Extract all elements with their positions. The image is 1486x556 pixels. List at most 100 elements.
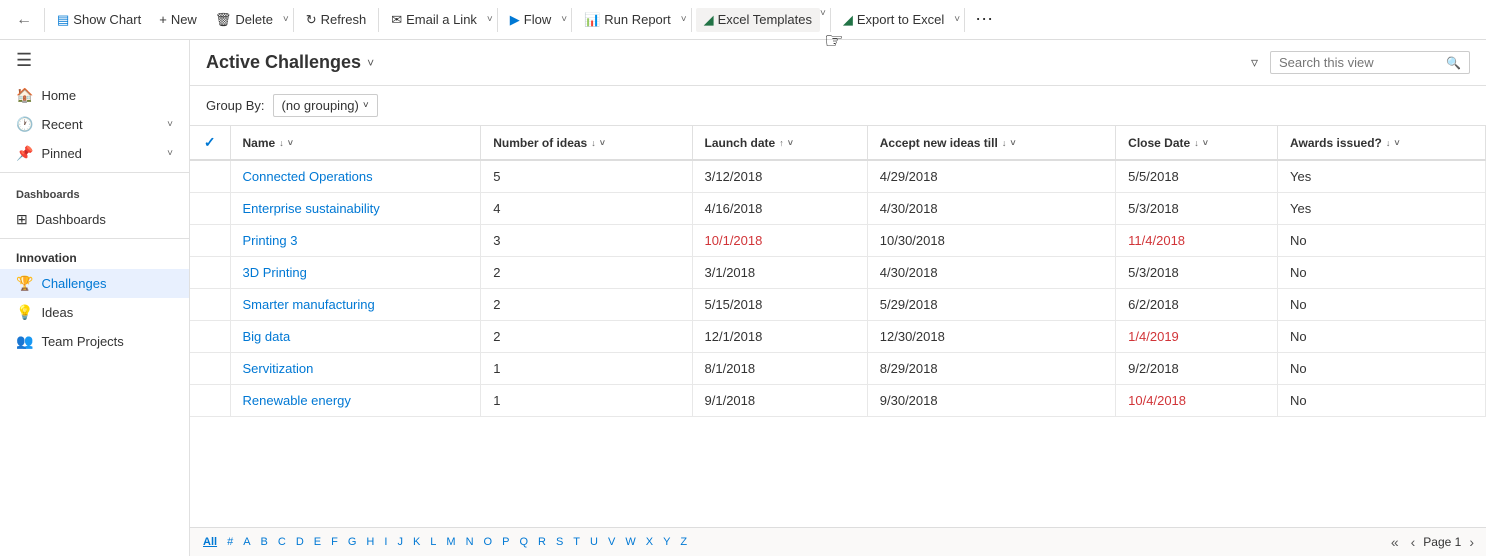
- alpha-y[interactable]: Y: [658, 534, 675, 550]
- name-filter-icon[interactable]: ˅: [288, 138, 293, 148]
- alpha-r[interactable]: R: [533, 534, 551, 550]
- sidebar-item-recent[interactable]: 🕐 Recent ˅: [0, 110, 189, 139]
- col-number-of-ideas[interactable]: Number of ideas ↓ ˅: [481, 126, 692, 160]
- alpha-g[interactable]: G: [343, 534, 362, 550]
- row-checkbox-3[interactable]: [190, 257, 230, 289]
- row-checkbox-1[interactable]: [190, 193, 230, 225]
- alpha-c[interactable]: C: [273, 534, 291, 550]
- sidebar-item-dashboards[interactable]: ⊞ Dashboards: [0, 205, 189, 234]
- export-chevron[interactable]: ˅: [954, 14, 960, 25]
- search-icon[interactable]: 🔍: [1446, 56, 1461, 70]
- next-page-button[interactable]: ›: [1465, 532, 1478, 552]
- excel-templates-button[interactable]: ◢ Excel Templates: [696, 8, 820, 32]
- alpha-j[interactable]: J: [392, 534, 408, 550]
- col-name[interactable]: Name ↓ ˅: [230, 126, 481, 160]
- refresh-icon: ↻: [306, 12, 317, 28]
- col-accept-till[interactable]: Accept new ideas till ↓ ˅: [867, 126, 1115, 160]
- sidebar-item-home[interactable]: 🏠 Home: [0, 81, 189, 110]
- email-chevron[interactable]: ˅: [487, 14, 493, 25]
- view-title-chevron-icon[interactable]: ˅: [367, 56, 374, 70]
- prev-page-button[interactable]: ‹: [1407, 532, 1420, 552]
- alpha-f[interactable]: F: [326, 534, 343, 550]
- export-excel-button[interactable]: ◢ Export to Excel: [835, 8, 952, 32]
- row-ideas-3: 2: [481, 257, 692, 289]
- alpha-b[interactable]: B: [256, 534, 273, 550]
- row-checkbox-0[interactable]: [190, 160, 230, 193]
- more-actions-button[interactable]: ⋯: [969, 7, 999, 32]
- email-icon: ✉: [391, 12, 402, 28]
- row-name-3[interactable]: 3D Printing: [230, 257, 481, 289]
- sidebar-item-team-projects[interactable]: 👥 Team Projects: [0, 327, 189, 356]
- hamburger-menu[interactable]: ☰: [8, 46, 40, 75]
- alpha-s[interactable]: S: [551, 534, 568, 550]
- row-name-7[interactable]: Renewable energy: [230, 385, 481, 417]
- awards-filter-icon[interactable]: ˅: [1394, 138, 1399, 148]
- new-button[interactable]: + New: [151, 8, 205, 31]
- row-name-0[interactable]: Connected Operations: [230, 160, 481, 193]
- flow-chevron[interactable]: ˅: [561, 14, 567, 25]
- email-link-button[interactable]: ✉ Email a Link: [383, 8, 485, 32]
- alpha-a[interactable]: A: [238, 534, 255, 550]
- alpha-u[interactable]: U: [585, 534, 603, 550]
- alpha-v[interactable]: V: [603, 534, 620, 550]
- alpha-z[interactable]: Z: [675, 534, 692, 550]
- alpha-x[interactable]: X: [641, 534, 658, 550]
- team-projects-icon: 👥: [16, 333, 33, 350]
- row-name-6[interactable]: Servitization: [230, 353, 481, 385]
- sidebar-item-pinned[interactable]: 📌 Pinned ˅: [0, 139, 189, 168]
- alpha-d[interactable]: D: [291, 534, 309, 550]
- row-checkbox-7[interactable]: [190, 385, 230, 417]
- first-page-button[interactable]: «: [1387, 532, 1403, 552]
- row-checkbox-2[interactable]: [190, 225, 230, 257]
- alpha-h[interactable]: H: [361, 534, 379, 550]
- show-chart-button[interactable]: ▤ Show Chart: [49, 8, 149, 32]
- alpha-all[interactable]: All: [198, 534, 222, 550]
- row-name-2[interactable]: Printing 3: [230, 225, 481, 257]
- run-report-button[interactable]: 📊 Run Report: [576, 8, 679, 32]
- sidebar-item-challenges[interactable]: 🏆 Challenges: [0, 269, 189, 298]
- refresh-button[interactable]: ↻ Refresh: [298, 8, 374, 32]
- separator-1: [44, 8, 45, 32]
- back-button[interactable]: ←: [8, 7, 40, 33]
- alpha-i[interactable]: I: [379, 534, 392, 550]
- alpha-q[interactable]: Q: [514, 534, 533, 550]
- row-checkbox-4[interactable]: [190, 289, 230, 321]
- flow-button[interactable]: ▶ Flow: [502, 8, 559, 32]
- groupby-select[interactable]: (no grouping) ˅: [273, 94, 378, 117]
- row-name-1[interactable]: Enterprise sustainability: [230, 193, 481, 225]
- alpha-m[interactable]: M: [441, 534, 460, 550]
- alpha-o[interactable]: O: [479, 534, 498, 550]
- filter-icon[interactable]: ▿: [1247, 50, 1262, 75]
- row-name-5[interactable]: Big data: [230, 321, 481, 353]
- delete-chevron[interactable]: ˅: [283, 14, 289, 25]
- delete-button[interactable]: 🗑 Delete: [207, 8, 281, 32]
- alpha-p[interactable]: P: [497, 534, 514, 550]
- col-close-date[interactable]: Close Date ↓ ˅: [1116, 126, 1278, 160]
- row-close-3: 5/3/2018: [1116, 257, 1278, 289]
- alpha-#[interactable]: #: [222, 534, 238, 550]
- alpha-n[interactable]: N: [461, 534, 479, 550]
- row-checkbox-5[interactable]: [190, 321, 230, 353]
- row-checkbox-6[interactable]: [190, 353, 230, 385]
- accept-filter-icon[interactable]: ˅: [1010, 138, 1015, 148]
- alpha-l[interactable]: L: [425, 534, 441, 550]
- close-filter-icon[interactable]: ˅: [1203, 138, 1208, 148]
- alpha-w[interactable]: W: [620, 534, 640, 550]
- report-chevron[interactable]: ˅: [681, 14, 687, 25]
- alpha-e[interactable]: E: [309, 534, 326, 550]
- sidebar-item-ideas[interactable]: 💡 Ideas: [0, 298, 189, 327]
- col-awards-issued[interactable]: Awards issued? ↓ ˅: [1278, 126, 1486, 160]
- launch-filter-icon[interactable]: ˅: [788, 138, 793, 148]
- alpha-t[interactable]: T: [568, 534, 585, 550]
- recent-icon: 🕐: [16, 116, 33, 133]
- col-checkbox[interactable]: ✓: [190, 126, 230, 160]
- row-name-4[interactable]: Smarter manufacturing: [230, 289, 481, 321]
- row-awards-1: Yes: [1278, 193, 1486, 225]
- col-launch-date[interactable]: Launch date ↑ ˅: [692, 126, 867, 160]
- ideas-filter-icon[interactable]: ˅: [600, 138, 605, 148]
- excel-templates-chevron[interactable]: ˅: [820, 8, 826, 32]
- alpha-k[interactable]: K: [408, 534, 425, 550]
- flow-icon: ▶: [510, 12, 520, 28]
- report-icon: 📊: [584, 12, 600, 28]
- search-input[interactable]: [1279, 55, 1442, 70]
